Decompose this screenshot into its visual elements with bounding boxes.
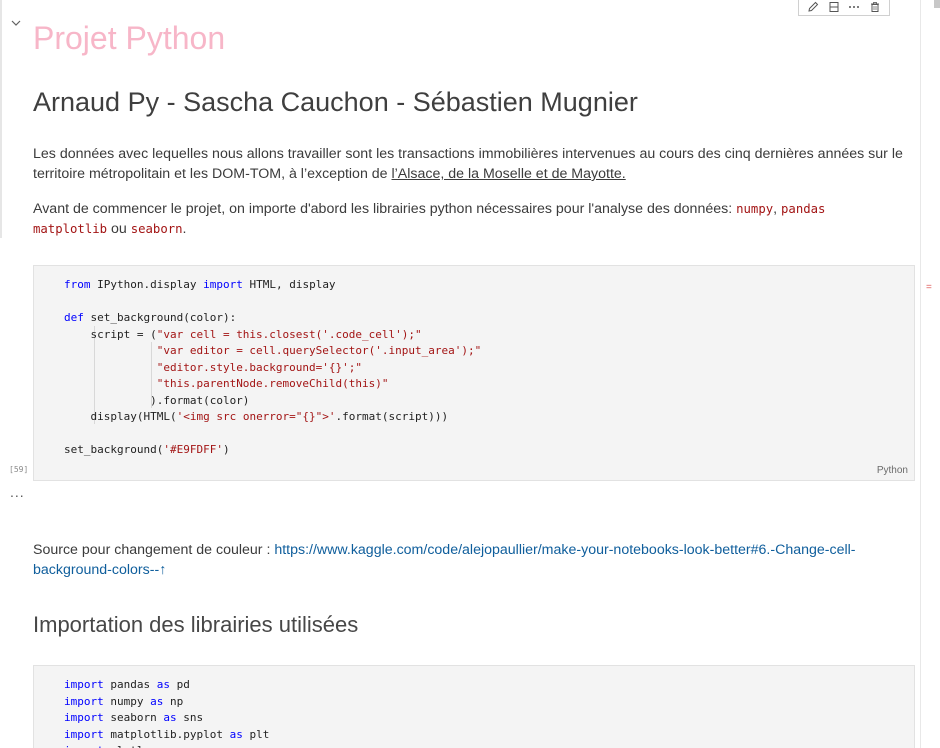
code-keyword: as (229, 727, 243, 741)
code-line[interactable]: display(HTML('<img src onerror="{}">'.fo… (64, 409, 481, 426)
scrollbar-thumb[interactable] (934, 0, 940, 8)
code-keyword: import (64, 694, 104, 708)
authors-heading: Arnaud Py - Sascha Cauchon - Sébastien M… (33, 87, 638, 117)
code-token: seaborn (103, 711, 164, 724)
code-token: display(HTML( (64, 410, 177, 423)
code-token: pd (169, 678, 190, 691)
section-heading: Importation des librairies utilisées (33, 612, 359, 637)
code-token: .format(script))) (335, 410, 449, 423)
code-line[interactable]: import numpy as np (64, 694, 269, 711)
code-string: '#E9FDFF' (163, 443, 223, 456)
code-token: plotly.express (104, 744, 210, 748)
code-keyword: import (203, 278, 243, 291)
intro-paragraph: Les données avec lequelles nous allons t… (33, 144, 913, 184)
code-keyword: def (64, 311, 84, 324)
code-line[interactable]: def set_background(color): (64, 310, 481, 327)
code-line[interactable]: "this.parentNode.removeChild(this)" (64, 376, 481, 393)
code-token: HTML, display (242, 278, 336, 291)
code-token: np (163, 694, 184, 708)
libraries-text: Avant de commencer le projet, on importe… (33, 201, 737, 217)
code-line[interactable]: import matplotlib.pyplot as plt (64, 727, 269, 744)
code-token: px (223, 744, 243, 748)
code-string: "var editor = cell.querySelector('.input… (156, 344, 482, 357)
code-keyword: import (64, 727, 104, 741)
code-token: pandas (103, 678, 157, 691)
right-scroll-track (920, 0, 921, 748)
more-icon[interactable] (847, 0, 861, 14)
code-token: script = ( (64, 327, 157, 341)
code-keyword: import (64, 744, 104, 748)
code-line[interactable]: ).format(color) (64, 393, 481, 410)
code-line[interactable]: "editor.style.background='{}';" (64, 360, 481, 377)
code-keyword: as (156, 678, 170, 691)
code-line[interactable]: import pandas as pd (64, 677, 269, 694)
code-token: ) (222, 443, 230, 456)
notebook-page: = Projet Python Arnaud Py - Sascha Cauch… (0, 0, 940, 748)
code-token: numpy (103, 694, 151, 708)
code-line[interactable]: set_background('#E9FDFF') (64, 442, 481, 459)
cell-focus-bar (0, 0, 2, 238)
code-token: set_background( (64, 443, 164, 456)
code-token: sns (176, 711, 204, 724)
cell-toolbar (798, 0, 890, 16)
comma-text: , (773, 201, 782, 217)
delete-icon[interactable] (868, 0, 882, 14)
source-text: Source pour changement de couleur : (33, 542, 275, 558)
code-token: IPython.display (90, 278, 204, 291)
chevron-down-icon[interactable] (11, 18, 23, 30)
code-line[interactable]: script = ("var cell = this.closest('.cod… (64, 327, 481, 344)
code-cell-set-background[interactable]: from IPython.display import HTML, displa… (33, 265, 915, 481)
code-line[interactable]: import seaborn as sns (64, 710, 269, 727)
inline-code-seaborn: seaborn (130, 222, 183, 236)
inline-code-matplotlib: matplotlib (33, 222, 108, 236)
code-editor[interactable]: import pandas as pd import numpy as np imp… (64, 677, 269, 748)
code-cell-imports[interactable]: import pandas as pd import numpy as np imp… (33, 665, 915, 748)
code-keyword: as (150, 694, 164, 708)
code-line[interactable]: from IPython.display import HTML, displa… (64, 277, 481, 294)
change-marker-icon: = (926, 282, 932, 293)
period-text: . (182, 221, 187, 237)
cell-language-label[interactable]: Python (877, 465, 908, 476)
code-token: set_background(color): (83, 311, 237, 324)
code-token: matplotlib.pyplot (103, 727, 230, 741)
code-line[interactable]: import plotly.express as px (64, 743, 269, 748)
libraries-paragraph: Avant de commencer le projet, on importe… (33, 199, 913, 239)
inline-code-numpy: numpy (736, 202, 774, 216)
split-cell-icon[interactable] (827, 0, 841, 14)
code-line[interactable]: "var editor = cell.querySelector('.input… (64, 343, 482, 360)
notebook-title: Projet Python (33, 20, 226, 56)
execution-count: [59] (9, 465, 29, 474)
code-line[interactable] (64, 426, 481, 443)
output-collapsed-icon[interactable]: ... (10, 484, 25, 500)
code-keyword: import (64, 678, 104, 691)
code-keyword: from (64, 278, 91, 291)
code-line[interactable] (64, 294, 481, 311)
code-string: "var cell = this.closest('.code_cell');" (156, 327, 422, 341)
or-text: ou (107, 221, 131, 237)
edit-icon[interactable] (806, 0, 820, 14)
code-keyword: import (64, 711, 104, 724)
code-editor[interactable]: from IPython.display import HTML, displa… (64, 277, 481, 459)
code-string: "editor.style.background='{}';" (156, 360, 363, 374)
code-token: ).format(color) (64, 393, 250, 407)
region-link[interactable]: l’Alsace, de la Moselle et de Mayotte. (392, 166, 626, 182)
source-paragraph: Source pour changement de couleur : http… (33, 540, 913, 580)
code-token: plt (242, 727, 270, 741)
code-string: '<img src onerror="{}">' (176, 410, 336, 423)
code-keyword: as (210, 744, 223, 748)
code-keyword: as (163, 711, 177, 724)
inline-code-pandas: pandas (781, 202, 826, 216)
code-string: "this.parentNode.removeChild(this)" (156, 377, 389, 390)
